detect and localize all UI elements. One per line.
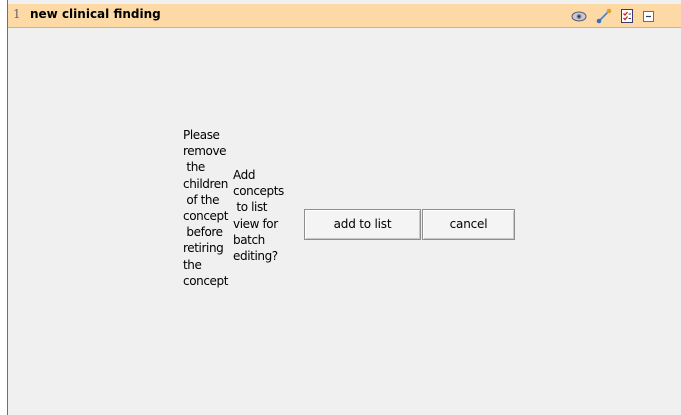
- batch-edit-message: Add concepts to list view for batch edit…: [233, 168, 284, 264]
- link-icon[interactable]: [596, 8, 612, 24]
- cancel-button[interactable]: cancel: [422, 209, 515, 240]
- checklist-icon[interactable]: [619, 8, 635, 24]
- panel-body: Please remove the children of the concep…: [8, 28, 681, 415]
- concept-panel: 1 new clinical finding Please remove the…: [7, 0, 681, 415]
- eye-icon[interactable]: [571, 8, 587, 24]
- concept-title: new clinical finding: [30, 7, 161, 21]
- row-number: 1: [13, 7, 21, 21]
- add-to-list-button[interactable]: add to list: [304, 209, 421, 240]
- concept-title-bar: 1 new clinical finding: [8, 4, 681, 28]
- retire-children-message: Please remove the children of the concep…: [183, 128, 229, 288]
- collapse-icon[interactable]: [641, 8, 657, 24]
